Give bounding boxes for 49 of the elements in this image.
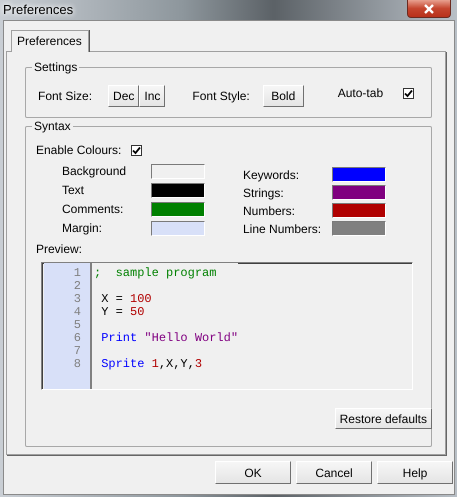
line-number: 7	[72, 345, 82, 358]
bold-button[interactable]: Bold	[262, 84, 304, 106]
colour-swatch[interactable]	[151, 202, 205, 216]
dialog-button[interactable]: OK	[215, 461, 291, 484]
colour-swatch[interactable]	[151, 164, 205, 178]
colour-label: Line Numbers:	[243, 222, 322, 236]
preview-label: Preview:	[36, 242, 84, 256]
code-line: Sprite 1,X,Y,3	[100, 358, 204, 371]
tab[interactable]: Preferences	[11, 30, 89, 52]
line-number: 1	[72, 267, 82, 280]
window-title: Preferences	[3, 1, 74, 17]
colour-swatch[interactable]	[332, 203, 386, 218]
colour-swatch[interactable]	[151, 182, 205, 198]
group-title: Syntax	[32, 119, 73, 133]
dialog-button[interactable]: Cancel	[296, 461, 372, 484]
code-line: Print "Hello World"	[100, 332, 238, 345]
code-line: X = 100	[100, 293, 153, 306]
font-style-label: Font Style:	[192, 88, 250, 102]
line-number: 5	[72, 319, 82, 332]
colour-swatch[interactable]	[332, 167, 386, 182]
colour-label: Strings:	[243, 186, 285, 200]
colour-label: Numbers:	[243, 204, 296, 218]
restore-defaults-button[interactable]: Restore defaults	[334, 408, 432, 429]
group-title: Settings	[32, 60, 80, 74]
code-line: ; sample program	[94, 267, 218, 280]
colour-label: Background	[62, 164, 128, 178]
colour-label: Text	[62, 183, 86, 197]
line-number: 6	[72, 332, 82, 345]
checkbox[interactable]	[131, 144, 142, 156]
line-number: 2	[72, 280, 82, 293]
colour-label: Margin:	[62, 221, 104, 235]
line-number: 3	[72, 293, 82, 306]
line-number: 4	[72, 306, 82, 319]
colour-swatch[interactable]	[332, 221, 386, 236]
auto-tab-label: Auto-tab	[338, 86, 384, 100]
line-number: 8	[72, 358, 82, 371]
checkbox[interactable]	[403, 88, 414, 99]
code-line: Y = 50	[100, 306, 146, 319]
colour-label: Keywords:	[243, 168, 300, 182]
close-button[interactable]	[407, 0, 451, 18]
dialog-button[interactable]: Help	[377, 461, 453, 484]
font-size-label: Font Size:	[38, 88, 92, 102]
close-icon	[423, 4, 435, 14]
inc-button[interactable]: Inc	[139, 84, 166, 106]
colour-label: Comments:	[62, 202, 124, 216]
colour-swatch[interactable]	[332, 185, 386, 200]
enable-colours-label: Enable Colours:	[36, 143, 122, 157]
dec-button[interactable]: Dec	[108, 84, 140, 106]
colour-swatch[interactable]	[151, 220, 205, 236]
